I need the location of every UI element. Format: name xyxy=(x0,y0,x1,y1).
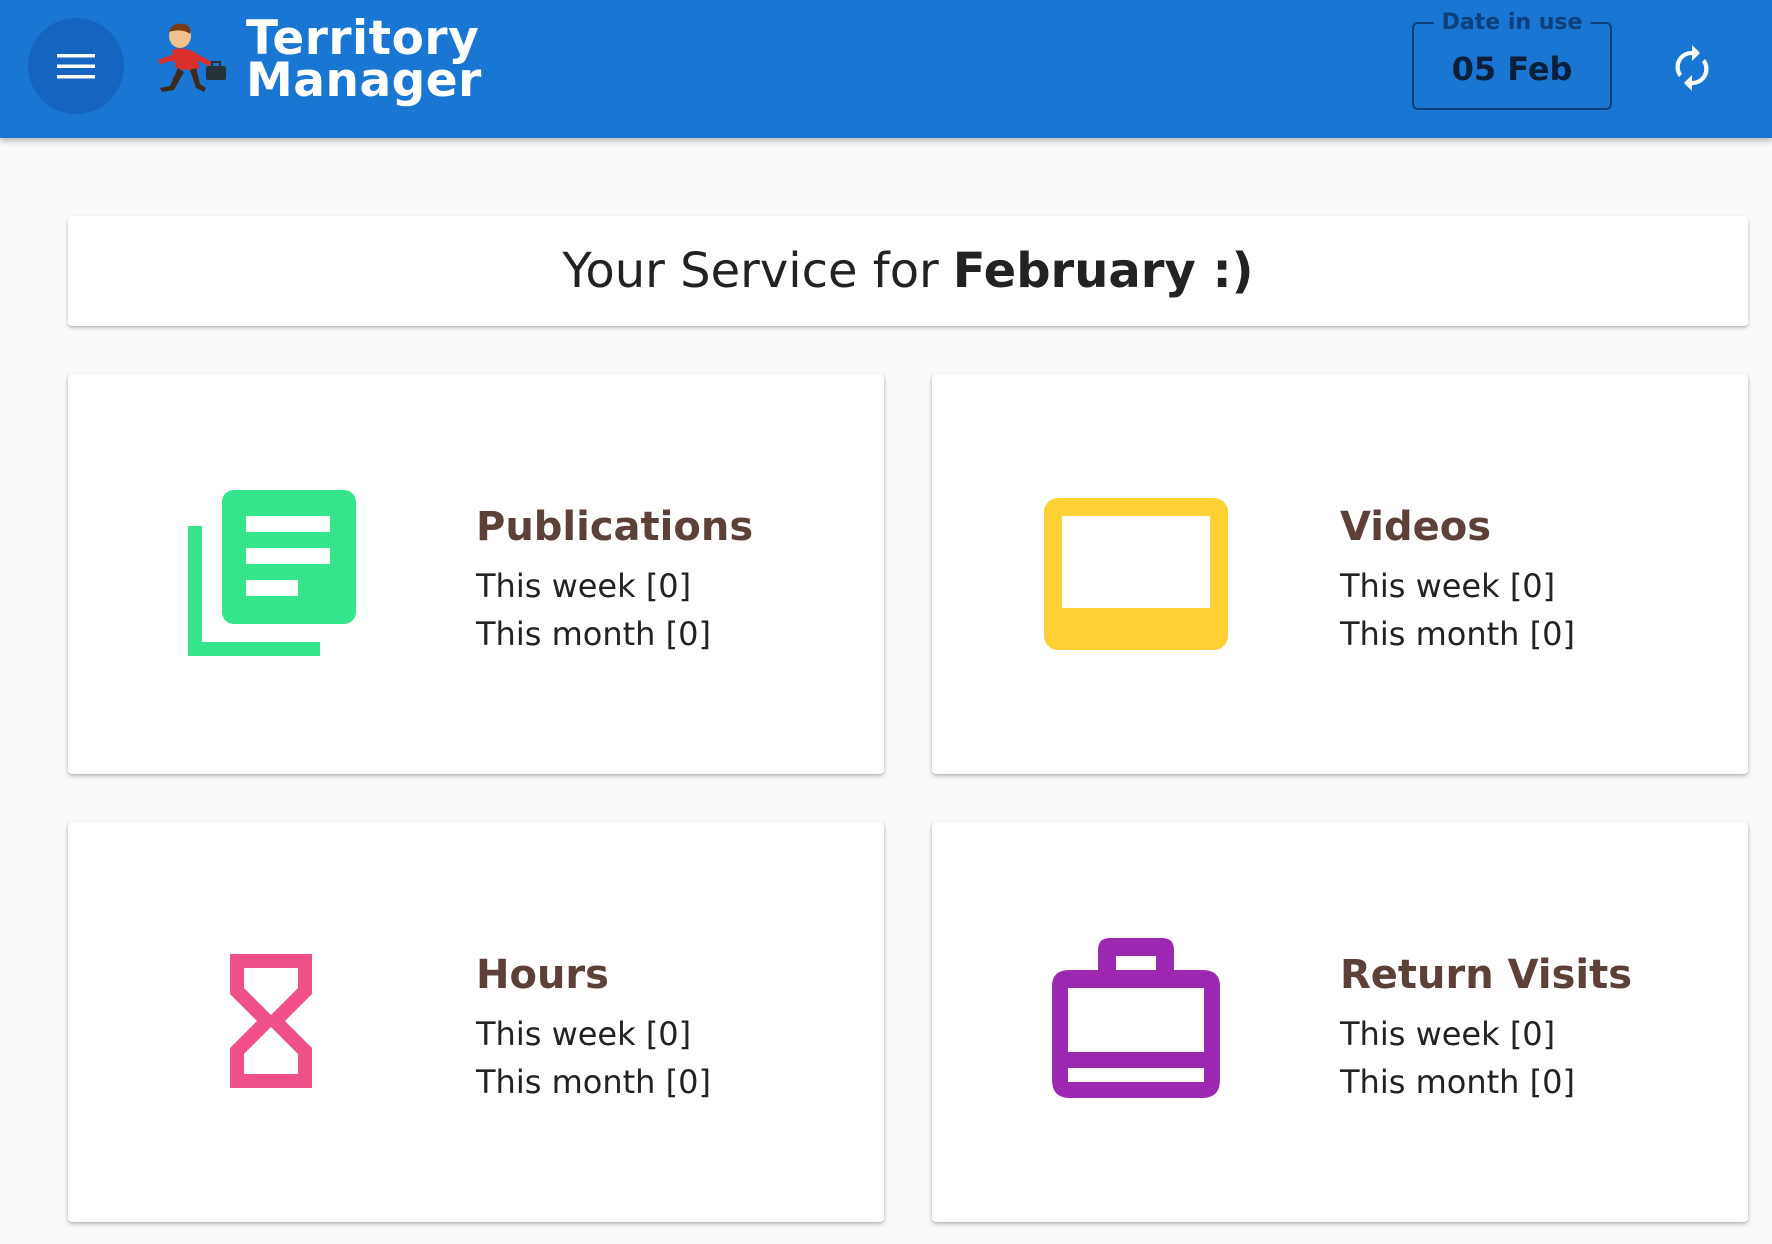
videos-card[interactable]: Videos This week [0] This month [0] xyxy=(932,374,1748,774)
card-week-stat: This week [0] xyxy=(1340,1015,1556,1053)
briefcase-icon xyxy=(1052,938,1220,1098)
hours-card[interactable]: Hours This week [0] This month [0] xyxy=(68,822,884,1222)
card-month-stat: This month [0] xyxy=(476,1063,711,1101)
card-title: Return Visits xyxy=(1340,952,1633,998)
running-man-logo-icon xyxy=(158,23,226,92)
card-week-stat: This week [0] xyxy=(476,567,692,605)
card-month-stat: This month [0] xyxy=(1340,615,1575,653)
app-title-line2: Manager xyxy=(246,53,482,108)
date-in-use-value: 05 Feb xyxy=(1451,50,1573,88)
menu-button[interactable] xyxy=(28,18,124,114)
date-in-use-label: Date in use xyxy=(1433,10,1591,35)
return-visits-card[interactable]: Return Visits This week [0] This month [… xyxy=(932,822,1748,1222)
hourglass-icon xyxy=(230,954,312,1088)
card-month-stat: This month [0] xyxy=(1340,1063,1575,1101)
card-week-stat: This week [0] xyxy=(476,1015,692,1053)
banner-month: February :) xyxy=(952,243,1254,299)
service-month-banner: Your Service for February :) xyxy=(68,216,1748,326)
date-in-use-field[interactable]: Date in use 05 Feb xyxy=(1412,10,1612,110)
video-icon xyxy=(1044,498,1228,650)
card-title: Hours xyxy=(476,952,609,998)
card-month-stat: This month [0] xyxy=(476,615,711,653)
card-title: Videos xyxy=(1340,504,1492,550)
sync-button[interactable] xyxy=(1660,36,1724,100)
app-title: Territory Manager xyxy=(246,15,482,108)
hamburger-menu-icon xyxy=(57,54,95,79)
card-week-stat: This week [0] xyxy=(1340,567,1556,605)
banner-prefix: Your Service for xyxy=(562,243,939,299)
sync-icon xyxy=(1675,45,1709,91)
publications-icon xyxy=(188,490,356,656)
publications-card[interactable]: Publications This week [0] This month [0… xyxy=(68,374,884,774)
card-title: Publications xyxy=(476,504,754,550)
app-bar: Territory Manager Date in use 05 Feb xyxy=(0,0,1772,138)
